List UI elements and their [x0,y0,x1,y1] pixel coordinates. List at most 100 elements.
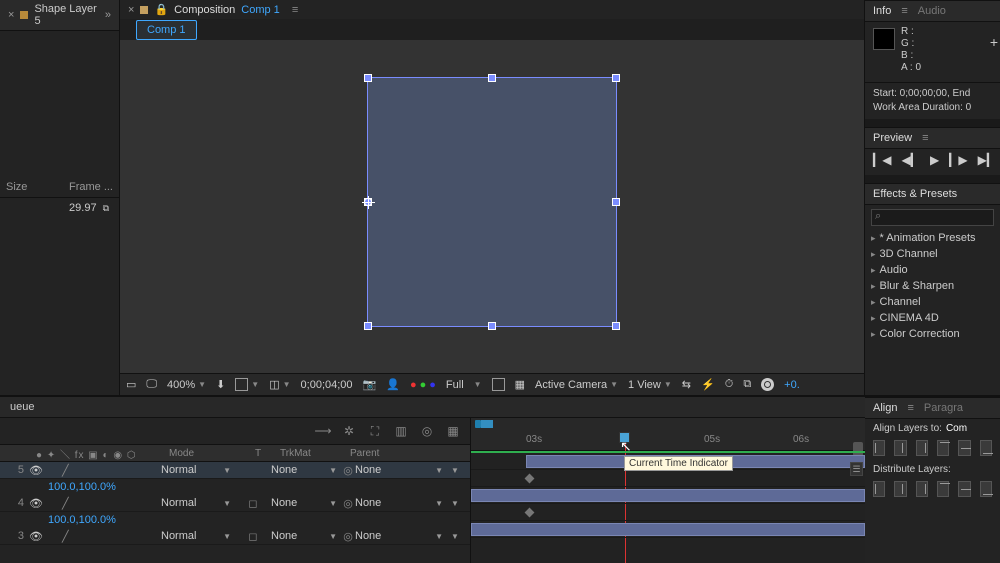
blend-mode-dropdown[interactable]: Normal▼ [161,497,235,509]
shy-icon[interactable]: ⟶ [316,424,330,438]
effects-category[interactable]: 3D Channel [865,246,1000,262]
align-hcenter-icon[interactable] [894,440,906,456]
panel-menu-icon[interactable]: ≡ [907,402,913,414]
panel-menu-icon[interactable]: ≡ [292,4,298,16]
chevron-down-icon[interactable]: ▼ [474,380,482,389]
shutter-icon[interactable] [761,378,774,391]
work-area-start[interactable] [475,420,493,428]
parent-dropdown[interactable]: None▼ [355,530,447,542]
align-right-icon[interactable] [916,440,928,456]
eye-icon[interactable]: 👁 [28,530,44,543]
handle-top-mid[interactable] [488,74,496,82]
align-vcenter-icon[interactable] [958,440,970,456]
keyframe-icon[interactable] [525,508,535,518]
effects-category[interactable]: * Animation Presets [865,230,1000,246]
snapshot-icon[interactable]: 📷 [363,378,377,391]
parent-dropdown[interactable]: None▼ [355,464,447,476]
col-trkmat[interactable]: TrkMat [276,448,346,459]
fast-previews-icon[interactable]: ⚡ [701,378,715,391]
dist-vcenter-icon[interactable] [958,481,970,497]
project-row[interactable]: 29.97 ⧉ [0,198,119,218]
dist-top-icon[interactable] [937,481,949,497]
composition-viewer[interactable] [120,40,864,373]
brain-icon[interactable]: ▦ [446,424,460,438]
handle-top-right[interactable] [612,74,620,82]
timeline-tracks[interactable]: 03s 05s 06s ↖ Current Time Indicator [471,418,865,563]
col-frame[interactable]: Frame ... [69,181,113,193]
pixel-aspect-icon[interactable]: ⇆ [682,378,691,391]
download-icon[interactable]: ⬇ [216,378,225,391]
effects-category[interactable]: Blur & Sharpen [865,278,1000,294]
grid-icon[interactable]: ▼ [235,378,259,391]
dist-hcenter-icon[interactable] [894,481,906,497]
plus-icon[interactable]: + [990,34,998,50]
timeline-tab[interactable]: ueue [0,397,865,418]
solo-icon[interactable]: ╱ [62,464,76,477]
search-input[interactable] [871,209,994,226]
eye-icon[interactable]: 👁 [28,464,44,477]
col-mode[interactable]: Mode [165,448,240,459]
anchor-point-icon[interactable] [364,198,372,206]
trkmat-dropdown[interactable]: None▼ [271,464,341,476]
prev-frame-icon[interactable]: ◀▎ [901,153,919,167]
show-snapshot-icon[interactable]: 👤 [386,378,400,391]
effects-category[interactable]: CINEMA 4D [865,310,1000,326]
blend-mode-dropdown[interactable]: Normal▼ [161,530,235,542]
magnify-icon[interactable]: ▭ [126,378,136,391]
channels-icon[interactable]: ●●● [410,379,436,391]
solo-icon[interactable]: ╱ [62,497,76,510]
project-item-name[interactable]: Shape Layer 5 [34,3,98,27]
handle-bot-mid[interactable] [488,322,496,330]
roi-icon[interactable] [492,378,505,391]
handle-top-left[interactable] [364,74,372,82]
pickwhip-icon[interactable]: ◎ [341,464,355,477]
align-top-icon[interactable] [937,440,949,456]
solo-icon[interactable]: ╱ [62,530,76,543]
align-bottom-icon[interactable] [980,440,992,456]
layer-property[interactable]: 100.0,100.0% [0,479,470,495]
col-t[interactable]: T [240,448,276,459]
trkmat-dropdown[interactable]: None▼ [271,497,341,509]
pickwhip-icon[interactable]: ◎ [341,497,355,510]
comp-sub-tab-label[interactable]: Comp 1 [136,20,197,40]
tab-info[interactable]: Info [873,5,891,17]
panel-menu-icon[interactable]: ≡ [922,132,928,144]
time-ruler[interactable]: 03s 05s 06s ↖ [471,418,865,451]
handle-right[interactable] [612,198,620,206]
effects-category[interactable]: Color Correction [865,326,1000,342]
mask-icon[interactable]: ◫▼ [269,378,290,391]
draft3d-icon[interactable]: ✲ [342,424,356,438]
comp-marker-icon[interactable]: ☰ [850,462,863,476]
handle-bot-right[interactable] [612,322,620,330]
tab-preview[interactable]: Preview [873,132,912,144]
layer-row[interactable]: 5 👁 ╱ Normal▼ None▼ ◎ None▼ ▼ [0,462,470,479]
first-frame-icon[interactable]: ▎◀ [873,153,891,167]
close-icon[interactable]: × [128,4,134,16]
frame-blend-icon[interactable]: ⛶ [368,424,382,438]
handle-bot-left[interactable] [364,322,372,330]
dist-right-icon[interactable] [916,481,928,497]
pickwhip-icon[interactable]: ◎ [341,530,355,543]
panel-menu-icon[interactable]: ≡ [901,5,907,17]
motion-blur-icon[interactable]: ▥ [394,424,408,438]
col-parent[interactable]: Parent [346,448,383,459]
blend-mode-dropdown[interactable]: Normal▼ [161,464,235,476]
camera-dropdown[interactable]: Active Camera▼ [535,379,618,391]
graph-editor-icon[interactable]: ◎ [420,424,434,438]
timeline-icon[interactable]: ⏱ [725,378,734,391]
layer-property[interactable]: 100.0,100.0% [0,512,470,528]
parent-dropdown[interactable]: None▼ [355,497,447,509]
monitor-icon[interactable]: 🖵 [146,378,157,391]
tab-align[interactable]: Align [873,402,897,414]
preserve-transparency[interactable]: ◻ [235,497,271,510]
zoom-dropdown[interactable]: 400%▼ [167,379,206,391]
comp-name[interactable]: Comp 1 [241,4,280,16]
next-frame-icon[interactable]: ▎▶ [949,153,967,167]
effects-category[interactable]: Audio [865,262,1000,278]
tab-audio[interactable]: Audio [918,5,946,17]
keyframe-icon[interactable] [525,474,535,484]
align-left-icon[interactable] [873,440,885,456]
flowchart-icon[interactable]: ⧉ [743,378,751,391]
exposure-value[interactable]: +0. [784,379,800,391]
align-target-dropdown[interactable]: Com [946,423,967,434]
